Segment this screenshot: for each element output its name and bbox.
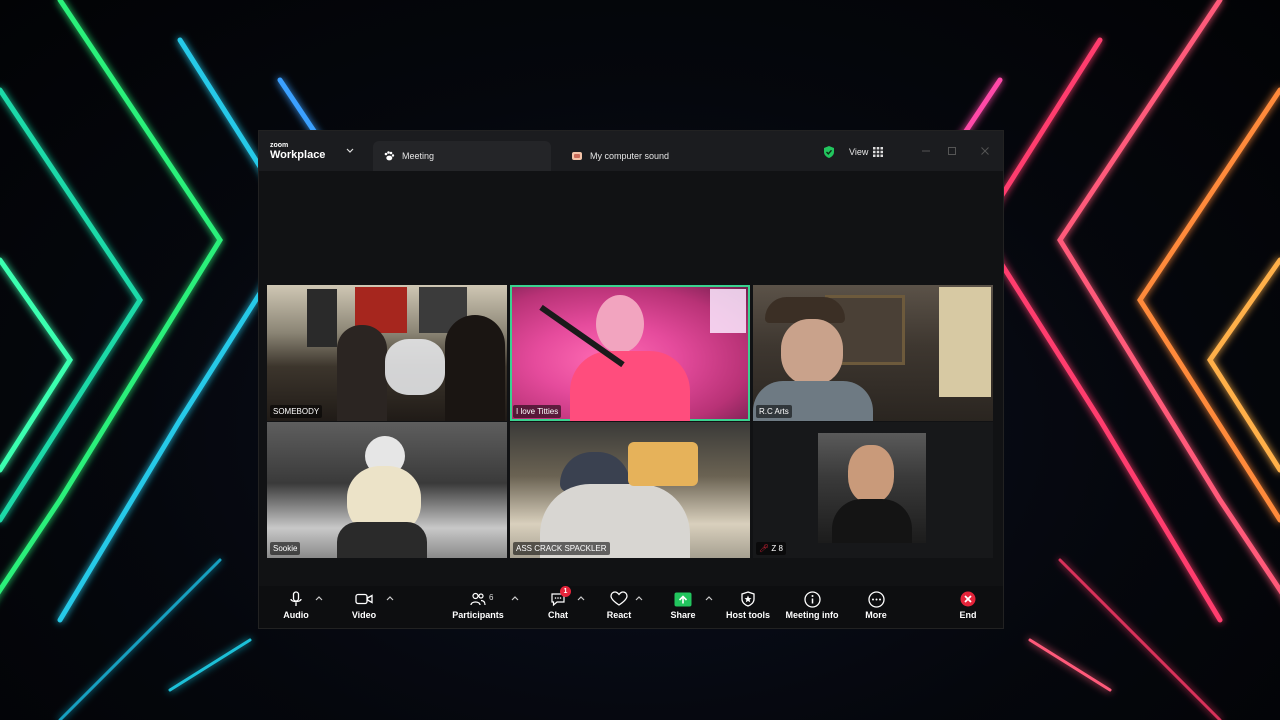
video-button[interactable]: Video <box>351 590 377 626</box>
brand-name: Workplace <box>270 149 326 161</box>
share-screen-icon <box>674 592 692 606</box>
video-gallery: SOMEBODY I love Titties R.C Arts Sookie … <box>259 171 1003 586</box>
participants-button[interactable]: Participants <box>452 590 504 626</box>
tab-computer-sound[interactable]: My computer sound <box>561 141 751 171</box>
video-tile-active-speaker[interactable]: I love Titties <box>510 285 750 421</box>
participant-name: Z 8 <box>771 544 783 553</box>
sound-icon <box>572 152 582 160</box>
end-label: End <box>959 610 977 620</box>
participant-name: ASS CRACK SPACKLER <box>513 542 610 555</box>
chevron-up-icon[interactable] <box>577 595 585 601</box>
people-icon <box>470 592 486 606</box>
desktop-background: zoom Workplace Meeting My computer sound <box>0 0 1280 720</box>
person-silhouette <box>781 319 843 385</box>
chevron-up-icon[interactable] <box>705 595 713 601</box>
more-dots-icon <box>867 590 885 608</box>
react-button[interactable]: React <box>606 590 632 626</box>
react-label: React <box>606 610 632 620</box>
chevron-up-icon[interactable] <box>386 595 394 601</box>
chat-unread-badge: 1 <box>560 586 571 597</box>
person-silhouette <box>596 295 644 353</box>
brand-small-text: zoom <box>270 142 289 149</box>
tab-computer-sound-label: My computer sound <box>590 151 670 161</box>
view-button[interactable]: View <box>844 142 888 162</box>
participant-name: SOMEBODY <box>270 405 323 418</box>
maximize-icon[interactable] <box>945 144 959 158</box>
host-tools-button[interactable]: Host tools <box>726 590 770 626</box>
light-panel <box>710 289 746 333</box>
chevron-up-icon[interactable] <box>315 595 323 601</box>
minimize-icon[interactable] <box>919 144 933 158</box>
chevron-up-icon[interactable] <box>511 595 519 601</box>
close-icon[interactable] <box>978 144 992 158</box>
meeting-info-label: Meeting info <box>785 610 839 620</box>
participant-name-muted: 🎤︎ Z 8 <box>756 542 786 555</box>
video-tile-ass-crack-spackler[interactable]: ASS CRACK SPACKLER <box>510 422 750 558</box>
video-label: Video <box>351 610 377 620</box>
paw-icon <box>384 151 395 161</box>
video-tile-rc-arts[interactable]: R.C Arts <box>753 285 993 421</box>
participant-name: I love Titties <box>513 405 562 418</box>
tab-meeting-label: Meeting <box>402 151 435 161</box>
microphone-icon <box>290 591 302 606</box>
participants-label: Participants <box>452 610 504 620</box>
meeting-info-button[interactable]: Meeting info <box>785 590 839 626</box>
video-tile-z8[interactable]: 🎤︎ Z 8 <box>753 422 993 558</box>
shield-check-icon[interactable] <box>822 145 836 159</box>
person-silhouette <box>445 315 505 421</box>
more-label: More <box>865 610 887 620</box>
end-call-icon <box>960 591 976 607</box>
video-tile-sookie[interactable]: Sookie <box>267 422 507 558</box>
painting-decor <box>939 287 991 397</box>
grid-icon <box>873 147 884 157</box>
shield-icon <box>741 591 755 607</box>
share-label: Share <box>670 610 696 620</box>
tab-meeting[interactable]: Meeting <box>373 141 551 171</box>
info-icon <box>803 590 821 608</box>
video-feed <box>818 433 926 543</box>
pillow-decor <box>628 442 698 486</box>
person-silhouette <box>848 445 894 503</box>
meeting-controls-toolbar: Audio Video Participants 6 Chat 1 React … <box>259 586 1003 628</box>
zoom-workplace-logo[interactable]: zoom Workplace <box>270 142 325 161</box>
zoom-meeting-window: zoom Workplace Meeting My computer sound <box>259 131 1003 628</box>
person-silhouette <box>570 351 690 421</box>
end-meeting-button[interactable]: End <box>957 590 979 626</box>
view-label: View <box>849 147 869 157</box>
share-button[interactable]: Share <box>670 590 696 626</box>
motion-blur <box>385 339 445 395</box>
video-tile-somebody[interactable]: SOMEBODY <box>267 285 507 421</box>
person-silhouette <box>337 522 427 558</box>
participant-name: R.C Arts <box>756 405 792 418</box>
poster-decor <box>307 289 337 347</box>
person-silhouette <box>832 499 912 543</box>
host-tools-label: Host tools <box>726 610 770 620</box>
video-camera-icon <box>355 593 373 605</box>
more-button[interactable]: More <box>863 590 889 626</box>
chevron-down-icon[interactable] <box>346 147 354 155</box>
chevron-up-icon[interactable] <box>635 595 643 601</box>
participant-name: Sookie <box>270 542 301 555</box>
audio-button[interactable]: Audio <box>283 590 309 626</box>
audio-label: Audio <box>283 610 309 620</box>
participants-count: 6 <box>489 593 494 602</box>
title-bar: zoom Workplace Meeting My computer sound <box>259 131 1003 171</box>
mic-muted-icon: 🎤︎ <box>759 544 770 553</box>
chat-label: Chat <box>548 610 568 620</box>
heart-icon <box>610 591 628 606</box>
person-silhouette <box>337 325 387 421</box>
